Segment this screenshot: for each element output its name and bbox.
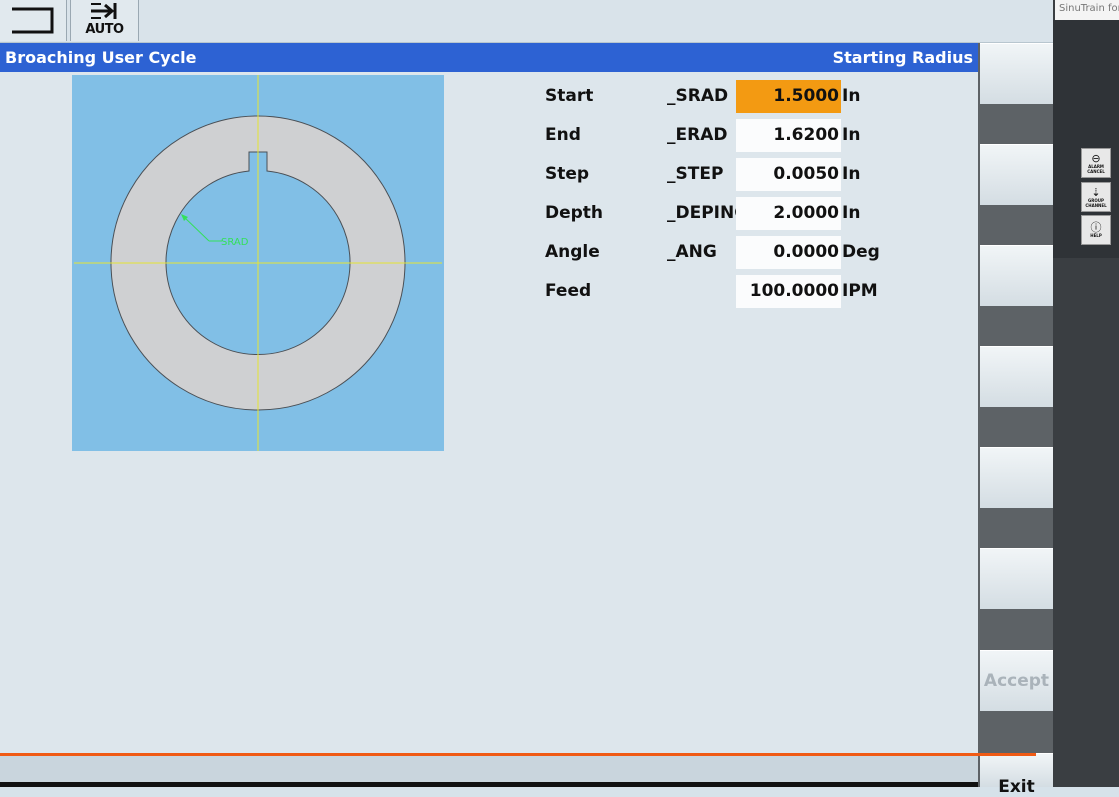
app-name-label: SinuTrain for [1055, 0, 1119, 20]
param-label: Depth [545, 203, 604, 223]
param-variable: _SRAD [667, 86, 729, 106]
param-label: Step [545, 164, 590, 184]
alarm-cancel-icon: ⊖ [1091, 151, 1101, 165]
softkey-3[interactable] [980, 245, 1053, 306]
param-unit: Deg [842, 242, 880, 262]
param-label: Angle [545, 242, 600, 262]
broaching-preview-graphic: SRAD [72, 75, 444, 451]
param-unit: IPM [842, 281, 878, 301]
param-value-field[interactable]: 1.5000 [736, 80, 841, 113]
group-channel-button[interactable]: ⇣ GROUP CHANNEL [1081, 182, 1111, 212]
parameter-title: Starting Radius [832, 48, 973, 67]
param-variable: _STEP [667, 164, 724, 184]
bottom-edge [0, 782, 978, 787]
param-value-field[interactable]: 100.0000 [736, 275, 841, 308]
exit-label: Exit [998, 777, 1035, 797]
param-value-field[interactable]: 2.0000 [736, 197, 841, 230]
param-value-field[interactable]: 1.6200 [736, 119, 841, 152]
help-label: HELP [1090, 233, 1102, 238]
info-icon: ⓘ [1090, 221, 1102, 234]
param-unit: In [842, 125, 861, 145]
softkey-2[interactable] [980, 144, 1053, 205]
param-value-field[interactable]: 0.0050 [736, 158, 841, 191]
auto-mode-label: AUTO [85, 22, 124, 37]
param-unit: In [842, 86, 861, 106]
alarm-cancel-label: ALARM CANCEL [1087, 163, 1105, 174]
param-unit: In [842, 203, 861, 223]
param-variable: _DEPINC [667, 203, 747, 223]
title-bar: Broaching User Cycle Starting Radius [0, 43, 978, 72]
accept-label: Accept [983, 671, 1050, 691]
param-variable: _ANG [667, 242, 717, 262]
exit-button[interactable]: Exit [980, 753, 1053, 797]
menu-button[interactable] [0, 0, 67, 41]
softkey-6[interactable] [980, 548, 1053, 609]
cycle-title: Broaching User Cycle [5, 48, 197, 67]
menu-bracket-icon [12, 7, 54, 34]
alarm-cancel-button[interactable]: ⊖ ALARM CANCEL [1081, 148, 1111, 178]
param-value-field[interactable]: 0.0000 [736, 236, 841, 269]
auto-mode-button[interactable]: AUTO [70, 0, 139, 41]
param-unit: In [842, 164, 861, 184]
group-channel-icon: ⇣ [1091, 185, 1101, 199]
param-label: End [545, 125, 581, 145]
help-button[interactable]: ⓘ HELP [1081, 215, 1111, 245]
softkey-4[interactable] [980, 346, 1053, 407]
softkey-5[interactable] [980, 447, 1053, 508]
arrow-into-bar-icon [91, 3, 117, 19]
srad-annotation: SRAD [221, 237, 249, 248]
softkey-1[interactable] [980, 43, 1053, 104]
top-toolbar: AUTO [0, 0, 1053, 43]
param-variable: _ERAD [667, 125, 728, 145]
param-label: Feed [545, 281, 592, 301]
param-label: Start [545, 86, 594, 106]
accept-button[interactable]: Accept [980, 650, 1053, 711]
group-channel-label: GROUP CHANNEL [1085, 197, 1107, 208]
